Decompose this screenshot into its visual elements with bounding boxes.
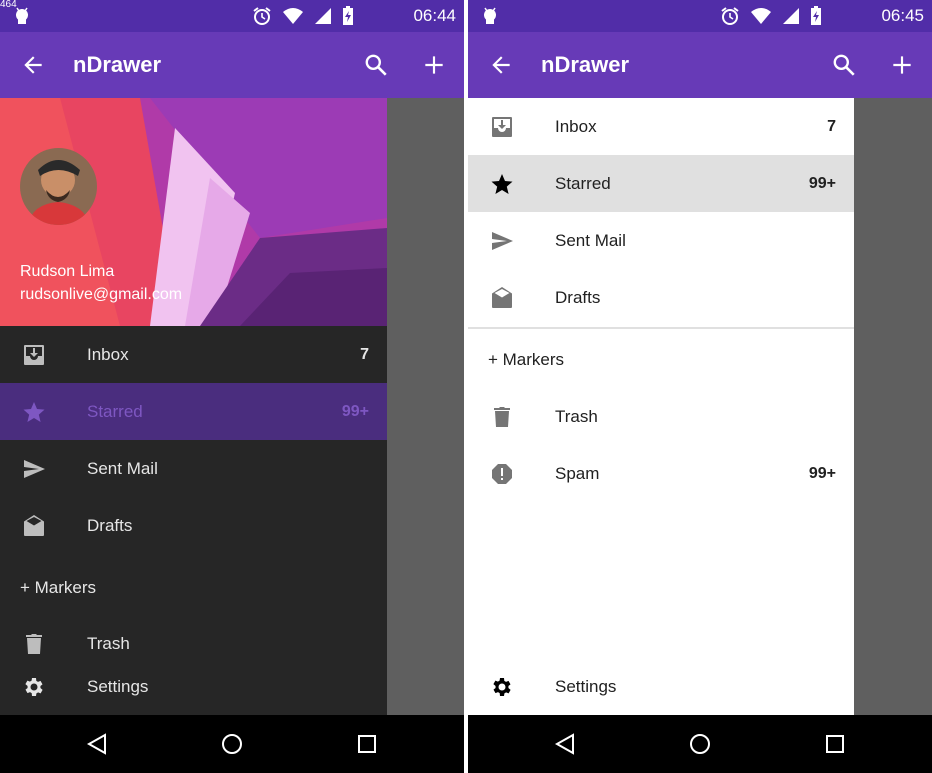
star-icon bbox=[23, 402, 45, 422]
recents-square-icon[interactable] bbox=[355, 732, 379, 756]
status-bar: 06:45 bbox=[468, 0, 932, 32]
wifi-icon bbox=[751, 8, 771, 24]
drawer-item-settings[interactable]: Settings bbox=[468, 658, 854, 715]
drawer-item-count: 7 bbox=[360, 346, 369, 363]
search-icon[interactable] bbox=[831, 52, 857, 78]
back-triangle-icon[interactable] bbox=[553, 732, 577, 756]
drawer-item-label: Inbox bbox=[87, 345, 129, 364]
drawer-item-label: Trash bbox=[555, 407, 598, 426]
inbox-icon bbox=[24, 345, 44, 365]
status-bar: 464 06:44 bbox=[0, 0, 464, 32]
android-icon bbox=[484, 7, 496, 24]
drawer-item-trash[interactable]: Trash bbox=[468, 388, 854, 445]
drawer-item-label: Spam bbox=[555, 464, 600, 483]
add-icon[interactable] bbox=[889, 52, 915, 78]
drawer-item-count: 99+ bbox=[808, 465, 836, 482]
wifi-icon bbox=[283, 8, 303, 24]
spam-icon bbox=[492, 464, 512, 484]
back-arrow-icon[interactable] bbox=[20, 52, 46, 78]
drawer-item-label: Trash bbox=[87, 634, 130, 653]
drawer-item-inbox[interactable]: Inbox 7 bbox=[468, 98, 854, 155]
drafts-icon bbox=[492, 287, 512, 308]
drawer-item-label: Settings bbox=[87, 677, 149, 696]
drawer-item-starred[interactable]: Starred 99+ bbox=[468, 155, 854, 212]
home-circle-icon[interactable] bbox=[220, 732, 244, 756]
app-bar: nDrawer bbox=[468, 32, 932, 98]
drawer-item-drafts[interactable]: Drafts bbox=[0, 497, 387, 554]
profile-photo bbox=[20, 148, 97, 225]
avatar[interactable] bbox=[20, 148, 97, 225]
signal-icon bbox=[783, 8, 799, 24]
system-nav-bar bbox=[468, 715, 932, 773]
drawer-item-sent-mail[interactable]: Sent Mail bbox=[0, 440, 387, 497]
navigation-drawer: Inbox 7 Starred 99+ Sent Mail Drafts + M… bbox=[468, 98, 854, 715]
drawer-divider bbox=[468, 327, 854, 329]
app-title: nDrawer bbox=[541, 52, 630, 77]
status-time: 06:45 bbox=[881, 6, 924, 25]
user-name: Rudson Lima bbox=[20, 263, 115, 280]
drawer-item-settings[interactable]: Settings bbox=[0, 658, 387, 715]
navigation-drawer: Rudson Lima rudsonlive@gmail.com Inbox 7… bbox=[0, 98, 387, 715]
drawer-header: Rudson Lima rudsonlive@gmail.com bbox=[0, 98, 387, 326]
drawer-item-count: 7 bbox=[827, 118, 836, 135]
status-time: 06:44 bbox=[413, 6, 456, 25]
drawer-item-label: Drafts bbox=[555, 288, 601, 307]
drawer-item-label: Drafts bbox=[87, 516, 133, 535]
add-icon[interactable] bbox=[421, 52, 447, 78]
drawer-item-label: Sent Mail bbox=[87, 459, 158, 478]
drawer-item-drafts[interactable]: Drafts bbox=[468, 269, 854, 326]
home-circle-icon[interactable] bbox=[688, 732, 712, 756]
drawer-item-label: Inbox bbox=[555, 117, 597, 136]
user-email: rudsonlive@gmail.com bbox=[20, 286, 183, 303]
trash-icon bbox=[26, 634, 42, 654]
battery-icon bbox=[811, 6, 821, 25]
star-icon bbox=[491, 174, 513, 194]
app-bar: nDrawer bbox=[0, 32, 464, 98]
alarm-icon bbox=[253, 7, 271, 25]
drawer-item-label: Settings bbox=[555, 677, 617, 696]
drawer-item-label: Starred bbox=[555, 174, 611, 193]
drawer-item-spam[interactable]: Spam 99+ bbox=[468, 445, 854, 502]
send-icon bbox=[492, 232, 513, 250]
alarm-icon bbox=[721, 7, 739, 25]
search-icon[interactable] bbox=[363, 52, 389, 78]
drawer-item-label: Starred bbox=[87, 402, 143, 421]
trash-icon bbox=[494, 407, 510, 427]
recents-square-icon[interactable] bbox=[823, 732, 847, 756]
drawer-item-count: 99+ bbox=[808, 175, 836, 192]
drawer-scrim[interactable] bbox=[854, 98, 932, 715]
drawer-item-count: 99+ bbox=[341, 403, 369, 420]
drawer-item-label: Sent Mail bbox=[555, 231, 626, 250]
back-triangle-icon[interactable] bbox=[85, 732, 109, 756]
signal-icon bbox=[315, 8, 331, 24]
drawer-item-sent-mail[interactable]: Sent Mail bbox=[468, 212, 854, 269]
markers-section-header[interactable]: + Markers bbox=[488, 350, 564, 370]
battery-icon bbox=[343, 6, 353, 25]
send-icon bbox=[24, 460, 45, 478]
markers-section-header[interactable]: + Markers bbox=[20, 578, 96, 598]
phone-screen-right: 06:45 nDrawer Inbox 7 Starred 99+ Sent M… bbox=[468, 0, 932, 773]
android-icon bbox=[16, 7, 28, 24]
phone-screen-left: 464 06:44 nDrawer Rudson Lima rudsonlive… bbox=[0, 0, 464, 773]
app-title: nDrawer bbox=[73, 52, 162, 77]
system-nav-bar bbox=[0, 715, 464, 773]
inbox-icon bbox=[492, 117, 512, 137]
drawer-item-starred[interactable]: Starred 99+ bbox=[0, 383, 387, 440]
drawer-item-inbox[interactable]: Inbox 7 bbox=[0, 326, 387, 383]
gear-icon bbox=[25, 678, 43, 696]
drafts-icon bbox=[24, 515, 44, 536]
drawer-scrim[interactable] bbox=[387, 98, 464, 715]
back-arrow-icon[interactable] bbox=[488, 52, 514, 78]
gear-icon bbox=[493, 678, 511, 696]
